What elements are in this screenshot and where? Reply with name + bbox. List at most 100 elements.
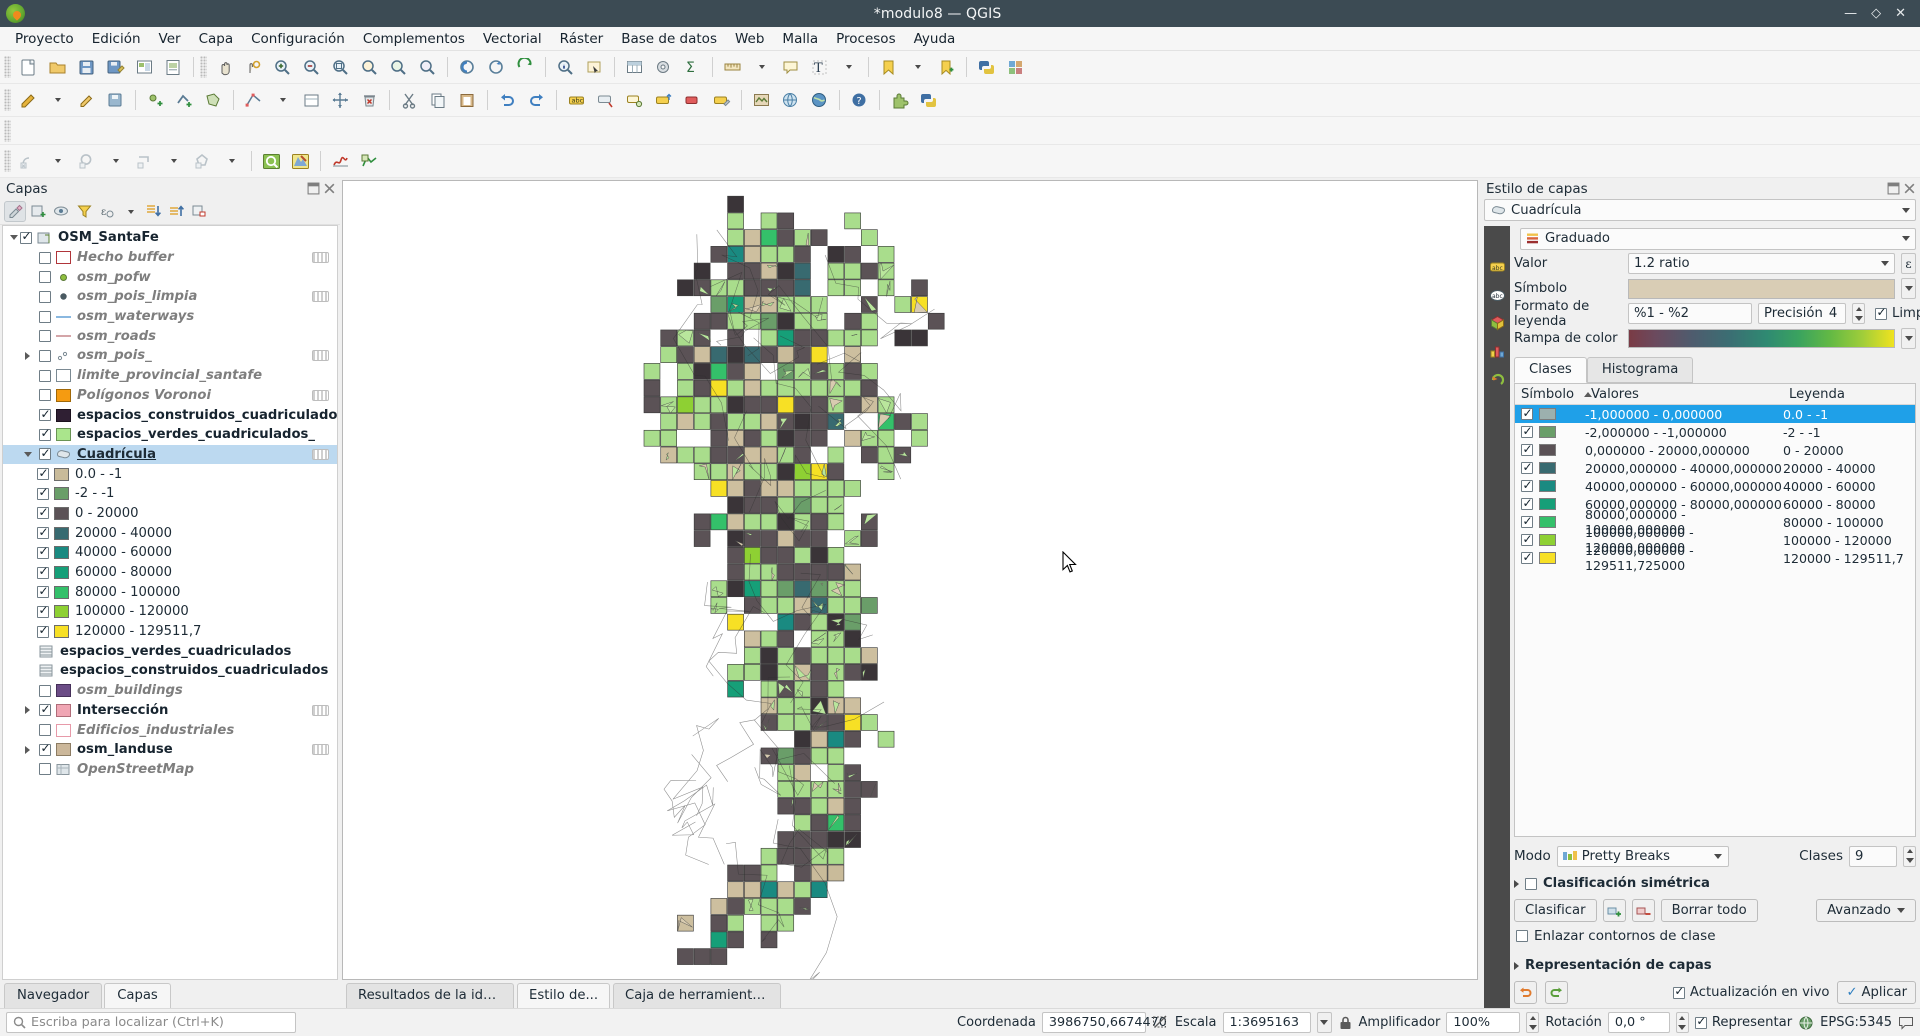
class-values-cell[interactable]: 20000,000000 - 40000,000000 [1585,461,1783,476]
cut-features-icon[interactable] [396,87,423,113]
class-enabled-checkbox[interactable] [1521,406,1533,420]
undo-icon[interactable] [1514,981,1537,1004]
class-enabled-checkbox[interactable] [1521,550,1533,564]
class-table-row[interactable]: 120000,000000 - 129511,725000120000 - 12… [1515,543,1915,573]
column-header-simbolo[interactable]: Símbolo [1515,387,1593,402]
label-icon[interactable]: abc [563,87,590,113]
menu-capa[interactable]: Capa [190,29,243,49]
zoom-layer-icon[interactable] [385,54,412,80]
layer-row-espacios-construidos-table[interactable]: espacios_construidos_cuadriculados [3,661,337,681]
pin-labels-icon[interactable] [592,87,619,113]
modo-combo[interactable]: Pretty Breaks [1556,845,1729,867]
clasificar-button[interactable]: Clasificar [1514,898,1597,922]
add-class-icon[interactable] [1602,898,1626,922]
vertex-tool-dropdown-icon[interactable] [269,87,296,113]
chevron-down-icon[interactable] [1898,207,1913,213]
symbol-dropdown-button[interactable] [1901,278,1916,299]
chart-icon[interactable] [327,148,354,174]
measure-dropdown-icon[interactable] [748,54,775,80]
actions-icon[interactable] [1487,369,1507,389]
rotacion-stepper[interactable] [1675,1012,1689,1033]
new-bookmark-icon[interactable] [933,54,960,80]
class-legend-cell[interactable]: 0.0 - -1 [1783,407,1915,422]
layer-visibility-checkbox[interactable] [39,369,51,382]
toolbar-grip-2[interactable] [200,56,207,78]
class-visibility-checkbox[interactable] [37,485,49,500]
class-legend-cell[interactable]: 20000 - 40000 [1783,461,1915,476]
manage-map-themes-icon[interactable] [50,201,72,222]
labels-icon[interactable]: abc [1487,285,1507,305]
filter-dropdown-icon[interactable] [119,201,141,222]
class-color-swatch[interactable] [1539,479,1556,493]
chevron-down-icon[interactable] [1898,236,1913,241]
class-enabled-checkbox[interactable] [1521,460,1533,474]
amplificador-stepper[interactable] [1526,1012,1540,1033]
expand-all-icon[interactable] [142,201,164,222]
annotation-dropdown-icon[interactable] [835,54,862,80]
layer-row-interseccion[interactable]: Intersección [3,701,337,721]
zoom-last-icon[interactable] [454,54,481,80]
menu-procesos[interactable]: Procesos [827,29,904,49]
save-as-icon[interactable] [102,54,129,80]
digitize-shape-circle-icon[interactable] [15,148,42,174]
aplicar-button[interactable]: ✓ Aplicar [1837,981,1916,1004]
processing-toolbox-icon[interactable] [650,54,677,80]
layer-selector-combo[interactable]: Cuadrícula [1484,199,1916,221]
tab-clases[interactable]: Clases [1514,357,1587,383]
layer-row-espacios-construidos[interactable]: espacios_construidos_cuadriculados_ [3,405,337,425]
redo-icon[interactable] [1545,981,1568,1004]
layer-visibility-checkbox[interactable] [20,229,32,244]
layer-row-limite-provincial[interactable]: limite_provincial_santafe [3,366,337,386]
digitize-shape-ellipse-icon[interactable] [73,148,100,174]
layer-row-hecho-buffer[interactable]: Hecho buffer [3,248,337,268]
class-legend-cell[interactable]: 80000 - 100000 [1783,515,1915,530]
tab-caja-herramientas-procesos[interactable]: Caja de herramientas de Pr... [613,983,782,1008]
menu-configuracion[interactable]: Configuración [242,29,354,49]
modify-attributes-icon[interactable] [298,87,325,113]
class-values-cell[interactable]: 120000,000000 - 129511,725000 [1585,543,1783,573]
class-legend-cell[interactable]: 120000 - 129511,7 [1783,551,1915,566]
refresh-icon[interactable] [512,54,539,80]
add-group-icon[interactable] [27,201,49,222]
layer-visibility-checkbox[interactable] [39,389,51,402]
close-panel-icon[interactable] [323,182,336,195]
layer-row-cuadricula[interactable]: Cuadrícula [3,444,337,465]
paste-features-icon[interactable] [454,87,481,113]
redo-edit-icon[interactable] [523,87,550,113]
escala-field[interactable]: 1:3695163 [1222,1012,1311,1033]
class-legend-cell[interactable]: 0 - 20000 [1783,443,1915,458]
filter-legend-expression-icon[interactable]: ε [96,201,118,222]
clasificacion-simetrica-checkbox[interactable] [1525,877,1537,890]
class-values-cell[interactable]: 0,000000 - 20000,000000 [1585,443,1783,458]
osm-download-icon[interactable] [777,87,804,113]
tab-estilo-de-capas[interactable]: Estilo de... [517,983,611,1008]
class-visibility-checkbox[interactable] [37,466,49,481]
toggle-extents-icon[interactable] [1152,1014,1169,1031]
layer-row-osm-pois-limpia[interactable]: osm_pois_limpia [3,287,337,307]
select-by-location-icon[interactable] [258,148,285,174]
class-color-swatch[interactable] [1539,461,1556,475]
menu-base-de-datos[interactable]: Base de datos [612,29,726,49]
undo-edit-icon[interactable] [494,87,521,113]
clasificacion-simetrica-row[interactable]: Clasificación simétrica [1514,876,1916,891]
tab-resultados-identificacion[interactable]: Resultados de la identifi... [346,983,514,1008]
amplificador-field[interactable]: 100% [1446,1012,1521,1033]
borrar-todo-button[interactable]: Borrar todo [1660,898,1758,922]
layer-row-openstreetmap[interactable]: OpenStreetMap [3,760,337,780]
limpiar-checkbox-wrap[interactable]: Limpiar [1875,305,1920,321]
georeferencer-icon[interactable] [748,87,775,113]
toolbar-grip-4[interactable] [4,119,11,142]
menu-malla[interactable]: Malla [773,29,827,49]
select-by-expression-icon[interactable] [287,148,314,174]
legend-class-row[interactable]: 100000 - 120000 [3,602,337,622]
legend-class-row[interactable]: 0.0 - -1 [3,464,337,484]
change-label-icon[interactable] [708,87,735,113]
map-tips-icon[interactable] [777,54,804,80]
precision-stepper[interactable] [1852,303,1865,324]
legend-class-row[interactable]: -2 - -1 [3,484,337,504]
close-panel-icon[interactable] [1903,182,1916,195]
tab-navegador[interactable]: Navegador [4,983,103,1008]
class-visibility-checkbox[interactable] [37,584,49,599]
move-feature-icon[interactable] [327,87,354,113]
menu-web[interactable]: Web [726,29,773,49]
